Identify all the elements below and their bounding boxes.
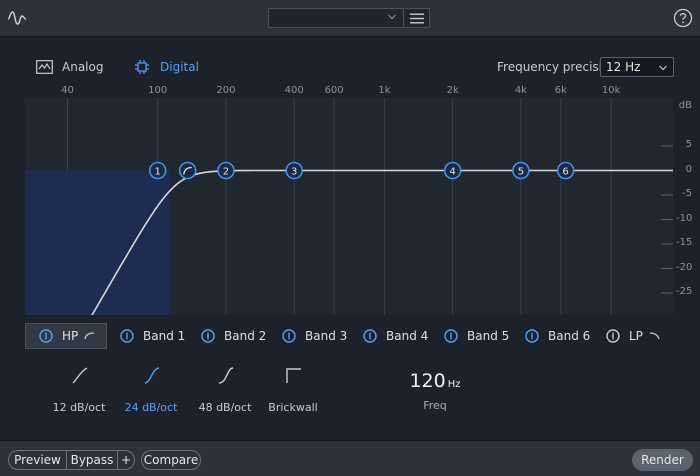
- y-tick-label: -15: [676, 237, 693, 248]
- band-node-4[interactable]: 4: [443, 161, 462, 180]
- add-button[interactable]: +: [118, 450, 135, 470]
- tab-label: Band 4: [386, 329, 429, 343]
- power-icon[interactable]: [39, 329, 53, 343]
- lowpass-shape-icon: [649, 332, 660, 340]
- y-tick-label: -5: [682, 188, 692, 199]
- highpass-handle[interactable]: [178, 161, 197, 180]
- highpass-shape-icon: [84, 332, 95, 340]
- x-tick-label: 1k: [378, 85, 391, 96]
- frequency-precision-value: 12 Hz: [606, 60, 641, 74]
- x-tick-label: 2k: [446, 85, 459, 96]
- power-icon[interactable]: [201, 329, 215, 343]
- freq-unit: Hz: [447, 379, 461, 390]
- power-icon[interactable]: [120, 329, 134, 343]
- tab-band-2[interactable]: Band 2: [188, 323, 269, 349]
- waveform-icon[interactable]: [6, 7, 28, 29]
- x-tick-label: 40: [61, 85, 74, 96]
- tab-label: Band 6: [548, 329, 591, 343]
- freq-readout[interactable]: 120 Hz: [400, 370, 470, 392]
- mode-digital-label: Digital: [160, 60, 199, 74]
- slope-label: 24 dB/oct: [124, 401, 178, 414]
- preset-dropdown[interactable]: [268, 8, 404, 28]
- y-tick-label: -25: [676, 286, 693, 297]
- slope-label: Brickwall: [268, 401, 318, 414]
- band-node-5[interactable]: 5: [512, 161, 530, 180]
- slope-option[interactable]: Brickwall: [253, 365, 333, 414]
- tab-label: LP: [629, 329, 643, 343]
- chevron-down-icon: [659, 65, 667, 71]
- slope-24-icon: [144, 367, 160, 384]
- tab-hp[interactable]: HP: [25, 323, 107, 349]
- freq-value: 120: [409, 370, 446, 392]
- top-bar: [0, 0, 700, 37]
- eq-graph[interactable]: 1 2 3 4 5 6: [25, 98, 673, 315]
- tab-label: Band 3: [305, 329, 348, 343]
- x-tick-label: 100: [148, 85, 168, 96]
- x-tick-label: 10k: [601, 85, 621, 96]
- power-icon[interactable]: [363, 329, 377, 343]
- bypass-button[interactable]: Bypass: [67, 450, 118, 470]
- tab-band-5[interactable]: Band 5: [431, 323, 512, 349]
- compare-button[interactable]: Compare: [141, 450, 201, 470]
- band-tabs: HP Band 1 Band 2 Band 3 Band 4 Band 5 Ba…: [25, 323, 673, 349]
- slope-option[interactable]: 12 dB/oct: [39, 365, 119, 414]
- band-node-1[interactable]: 1: [148, 161, 167, 180]
- svg-text:1: 1: [155, 167, 161, 178]
- x-tick-label: 200: [216, 85, 236, 96]
- bottom-bar: Preview Bypass + Compare Render: [0, 440, 700, 476]
- band-node-2[interactable]: 2: [217, 161, 235, 180]
- y-tick-label: -10: [676, 212, 693, 224]
- tab-band-1[interactable]: Band 1: [107, 323, 188, 349]
- svg-text:5: 5: [518, 167, 524, 178]
- svg-text:3: 3: [291, 167, 297, 178]
- tab-label: Band 1: [143, 329, 186, 343]
- preview-button[interactable]: Preview: [8, 450, 67, 470]
- x-tick-label: 6k: [554, 85, 567, 96]
- tab-label: Band 5: [467, 329, 510, 343]
- band-node-6[interactable]: 6: [556, 161, 575, 180]
- y-tick-label: 0: [685, 163, 692, 175]
- y-tick-label: 5: [685, 139, 692, 150]
- tab-band-6[interactable]: Band 6: [512, 323, 593, 349]
- band-node-3[interactable]: 3: [285, 161, 304, 180]
- svg-text:6: 6: [562, 167, 568, 178]
- slope-option[interactable]: 24 dB/oct: [111, 365, 191, 414]
- tab-label: Band 2: [224, 329, 267, 343]
- help-icon[interactable]: [673, 8, 693, 28]
- mode-analog-label: Analog: [62, 60, 104, 74]
- x-tick-label: 400: [284, 85, 304, 96]
- highpass-region: [25, 170, 170, 315]
- y-tick-label: -20: [676, 261, 693, 273]
- tab-band-3[interactable]: Band 3: [269, 323, 350, 349]
- svg-text:2: 2: [223, 167, 229, 178]
- power-icon[interactable]: [282, 329, 296, 343]
- freq-label: Freq: [423, 399, 447, 412]
- slope-label: 12 dB/oct: [52, 401, 106, 414]
- x-tick-label: 600: [324, 85, 344, 96]
- tab-band-4[interactable]: Band 4: [350, 323, 431, 349]
- frequency-precision-label: Frequency precision: [497, 60, 617, 74]
- y-axis-unit: dB: [678, 100, 692, 111]
- tab-label: HP: [62, 329, 79, 343]
- hamburger-menu-icon: [410, 13, 424, 24]
- power-icon[interactable]: [444, 329, 458, 343]
- brickwall-icon: [286, 368, 301, 383]
- power-icon[interactable]: [525, 329, 539, 343]
- chevron-down-icon: [388, 14, 396, 20]
- slope-48-icon: [218, 367, 234, 384]
- mode-analog[interactable]: Analog: [36, 58, 103, 76]
- mode-digital[interactable]: Digital: [133, 58, 199, 76]
- tab-lp[interactable]: LP: [593, 323, 673, 349]
- render-button[interactable]: Render: [632, 449, 693, 471]
- chip-icon: [135, 60, 149, 74]
- svg-text:4: 4: [449, 167, 455, 178]
- x-tick-label: 4k: [514, 85, 527, 96]
- frequency-precision-select[interactable]: 12 Hz: [600, 57, 674, 77]
- preset-menu-button[interactable]: [404, 8, 430, 28]
- power-icon[interactable]: [606, 329, 620, 343]
- slope-12-icon: [72, 367, 88, 384]
- analog-icon: [36, 60, 53, 74]
